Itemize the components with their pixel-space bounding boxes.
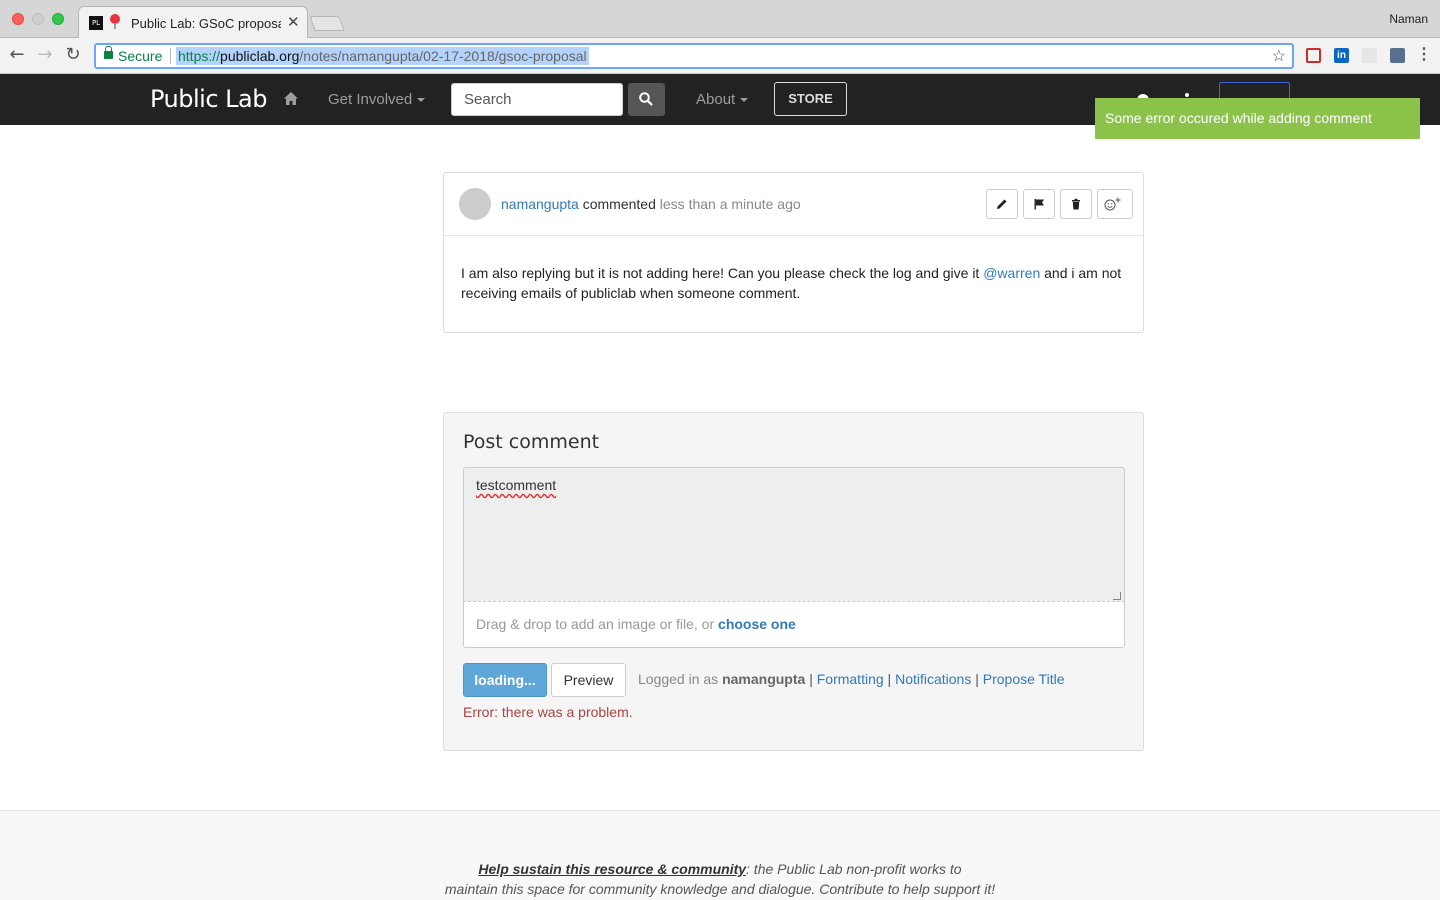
dropzone-text: Drag & drop to add an image or file, or … — [476, 616, 796, 632]
footer-line2: maintain this space for community knowle… — [444, 881, 996, 897]
dropzone-instructions: Drag & drop to add an image or file, or — [476, 616, 719, 632]
new-tab-button[interactable] — [309, 16, 345, 31]
post-comment-panel: Post comment testcomment Drag & drop to … — [443, 412, 1144, 751]
tab-title: Public Lab: GSoC proposal — [131, 16, 281, 31]
reload-icon[interactable]: ↻ — [62, 44, 84, 66]
footer-text: Help sustain this resource & community: … — [0, 859, 1440, 899]
secure-label: Secure — [118, 48, 163, 64]
bookmark-star-icon[interactable]: ☆ — [1272, 46, 1286, 66]
back-arrow-icon[interactable]: ← — [6, 44, 28, 66]
address-bar[interactable]: Secure https://publiclab.org/notes/naman… — [94, 43, 1294, 69]
comment-textarea[interactable] — [463, 467, 1125, 602]
propose-title-link[interactable]: Propose Title — [983, 671, 1065, 687]
flag-button[interactable] — [1023, 189, 1055, 219]
browser-tab[interactable]: PL Public Lab: GSoC proposal ✕ — [78, 6, 308, 39]
omnibox-divider — [170, 48, 171, 64]
sustain-link[interactable]: Help sustain this resource & community — [478, 861, 746, 877]
extension-gray-icon[interactable] — [1362, 48, 1377, 63]
preview-button[interactable]: Preview — [551, 663, 626, 697]
comment-action: commented — [582, 196, 656, 212]
choose-file-link[interactable]: choose one — [718, 616, 796, 632]
post-comment-title: Post comment — [463, 431, 600, 453]
search-icon — [639, 92, 653, 106]
forward-arrow-icon[interactable]: → — [34, 44, 56, 66]
comment-textarea-value[interactable]: testcomment — [476, 477, 556, 493]
search-input[interactable] — [451, 83, 623, 116]
search-button[interactable] — [628, 83, 665, 116]
browser-menu-icon[interactable]: ⋮ — [1416, 44, 1432, 64]
caret-down-icon — [740, 98, 749, 103]
comment-body: I am also replying but it is not adding … — [461, 263, 1131, 303]
url-host: publiclab.org — [220, 48, 300, 64]
caret-down-icon — [417, 98, 426, 103]
flag-icon — [1034, 199, 1044, 210]
more-icon[interactable] — [1185, 93, 1189, 97]
notifications-link[interactable]: Notifications — [895, 671, 971, 687]
about-menu[interactable]: About — [696, 91, 749, 108]
logged-in-prefix: Logged in as — [638, 671, 723, 687]
add-reaction-button[interactable] — [1097, 189, 1133, 219]
window-minimize-button[interactable] — [32, 13, 44, 25]
footer-line1: : the Public Lab non-profit works to — [746, 861, 962, 877]
avatar[interactable] — [459, 188, 491, 220]
lock-icon — [104, 46, 113, 59]
emoji-add-icon — [1104, 197, 1121, 211]
logged-in-username: namangupta — [722, 671, 806, 687]
profile-name[interactable]: Naman — [1389, 12, 1428, 26]
linkedin-icon[interactable]: in — [1334, 48, 1349, 63]
pencil-icon — [997, 199, 1007, 209]
window-close-button[interactable] — [12, 13, 24, 25]
extension-blue-icon[interactable] — [1390, 48, 1405, 63]
about-label: About — [696, 91, 736, 108]
store-button[interactable]: STORE — [774, 82, 847, 116]
get-involved-label: Get Involved — [328, 91, 413, 108]
pin-icon — [110, 14, 120, 29]
url-path: /notes/namangupta/02-17-2018/gsoc-propos… — [299, 48, 587, 64]
url-scheme: https:// — [178, 48, 221, 64]
resize-handle-icon[interactable] — [1113, 592, 1121, 600]
brand-logo[interactable]: Public Lab — [150, 85, 267, 113]
error-message: Error: there was a problem. — [463, 704, 633, 720]
comment-time[interactable]: less than a minute ago — [660, 196, 801, 212]
get-involved-menu[interactable]: Get Involved — [328, 91, 426, 108]
trash-icon — [1072, 198, 1080, 210]
edit-button[interactable] — [986, 189, 1018, 219]
comment-byline: namangupta commented less than a minute … — [501, 196, 801, 212]
delete-button[interactable] — [1060, 189, 1092, 219]
window-zoom-button[interactable] — [52, 13, 64, 25]
home-icon[interactable] — [284, 92, 298, 105]
mention-link[interactable]: @warren — [983, 265, 1040, 281]
submit-button[interactable]: loading... — [463, 663, 547, 697]
browser-tab-bar: PL Public Lab: GSoC proposal ✕ Naman — [0, 0, 1440, 39]
file-dropzone[interactable]: Drag & drop to add an image or file, or … — [463, 601, 1125, 648]
url-text[interactable]: https://publiclab.org/notes/namangupta/0… — [176, 47, 589, 65]
page-footer: Help sustain this resource & community: … — [0, 810, 1440, 900]
comment-author-link[interactable]: namangupta — [501, 196, 579, 212]
comment-card: namangupta commented less than a minute … — [443, 172, 1144, 333]
favicon-icon: PL — [89, 16, 103, 30]
logged-in-info: Logged in as namangupta | Formatting | N… — [638, 671, 1065, 687]
error-notification: Some error occured while adding comment — [1095, 98, 1420, 139]
comment-header: namangupta commented less than a minute … — [444, 173, 1143, 236]
formatting-link[interactable]: Formatting — [817, 671, 884, 687]
extension-red-icon[interactable] — [1306, 48, 1321, 63]
tab-close-icon[interactable]: ✕ — [287, 13, 300, 31]
comment-text-part1: I am also replying but it is not adding … — [461, 265, 984, 281]
browser-toolbar: ← → ↻ Secure https://publiclab.org/notes… — [0, 38, 1440, 74]
